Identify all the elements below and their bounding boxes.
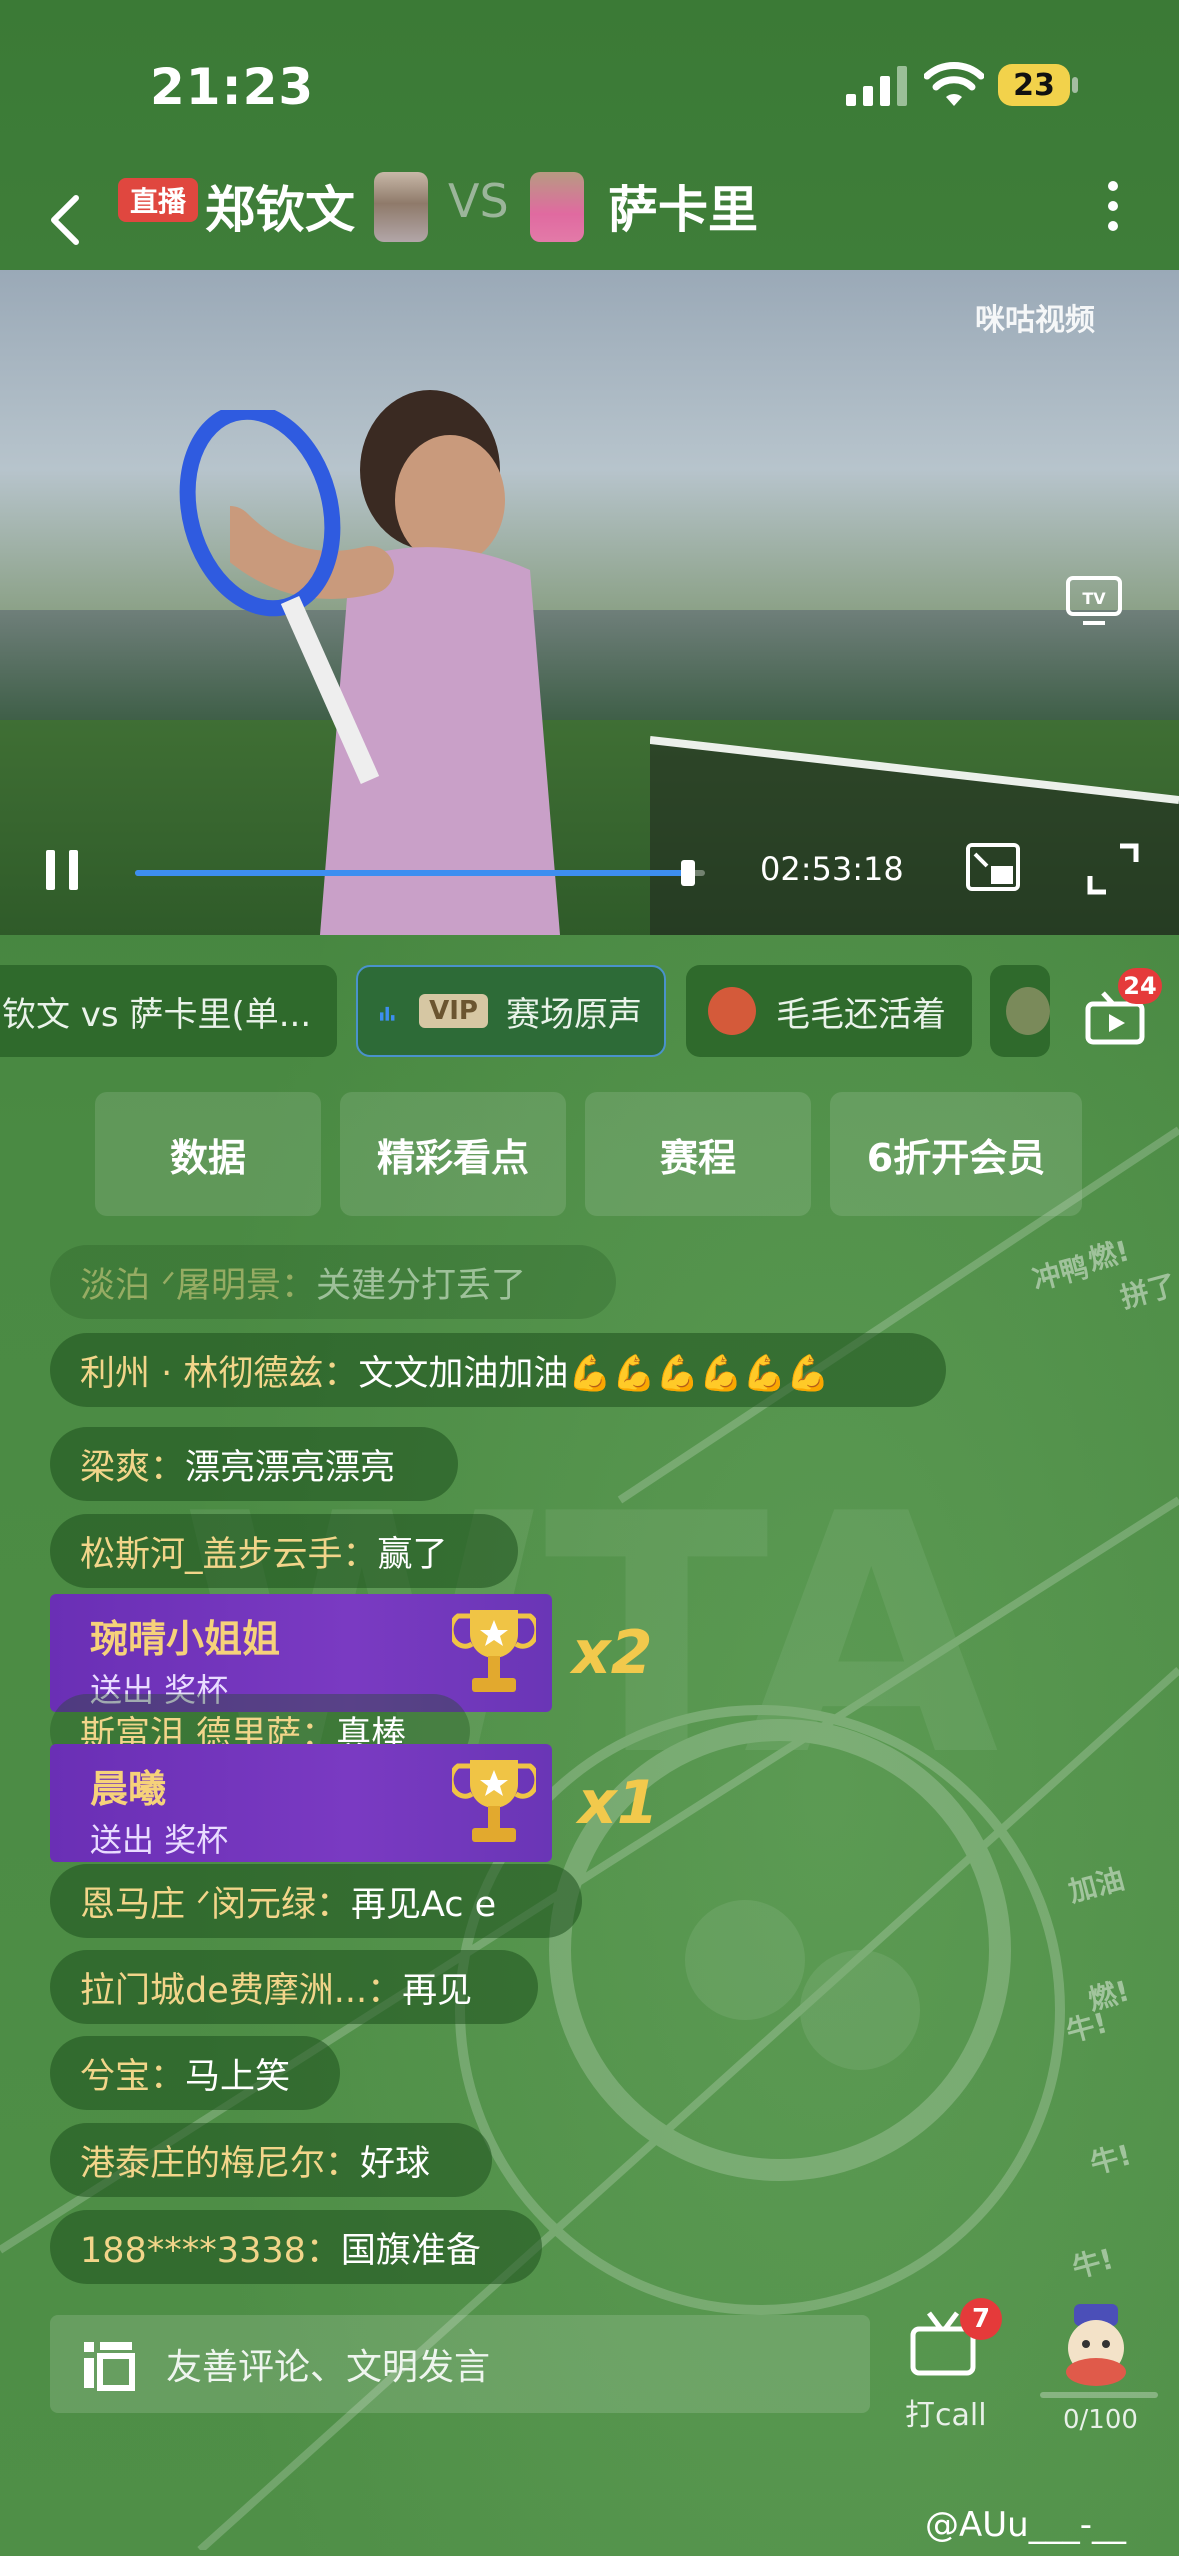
progress-fill bbox=[135, 870, 688, 876]
comment-user: 兮宝： bbox=[80, 2056, 186, 2097]
channel-tab-commentator[interactable]: 毛毛还活着 bbox=[686, 965, 972, 1057]
comment-text: 国旗准备 bbox=[340, 2230, 481, 2271]
comment-user: 松斯河_盖步云手： bbox=[80, 1534, 378, 1575]
schedule-button[interactable]: 赛程 bbox=[585, 1092, 811, 1216]
channel-tab-more[interactable] bbox=[990, 965, 1050, 1057]
comment-item: 港泰庄的梅尼尔： 好球 bbox=[50, 2123, 492, 2197]
channel-tab-label: 赛场原声 bbox=[506, 994, 642, 1035]
comment-item: 恩马庄 ᐟ闵元绿： 再见Ac e bbox=[50, 1864, 582, 1938]
elapsed-time: 02:53:18 bbox=[760, 850, 904, 888]
cast-tv-icon[interactable]: TV bbox=[1065, 575, 1123, 627]
comment-item: 兮宝： 马上笑 bbox=[50, 2036, 340, 2110]
comment-item: 淡泊 ᐟ屠明景： 关建分打丢了 bbox=[50, 1245, 616, 1319]
comment-placeholder: 友善评论、文明发言 bbox=[166, 2347, 491, 2388]
highlights-button[interactable]: 精彩看点 bbox=[340, 1092, 566, 1216]
comment-text: 再见 bbox=[402, 1970, 473, 2011]
video-player[interactable]: 咪咕视频 TV bbox=[0, 270, 1179, 935]
comment-icon bbox=[84, 2342, 135, 2391]
channel-tab-label: 钦文 vs 萨卡里(单... bbox=[2, 994, 312, 1035]
audio-bars-icon bbox=[380, 1006, 395, 1021]
comment-item: 188****3338： 国旗准备 bbox=[50, 2210, 542, 2284]
membership-button[interactable]: 6折开会员 bbox=[830, 1092, 1082, 1216]
comment-text: 漂亮漂亮漂亮 bbox=[185, 1447, 396, 1488]
playlist-badge: 24 bbox=[1118, 968, 1162, 1004]
status-bar: 21:23 23 bbox=[0, 0, 1179, 170]
player1-name: 郑钦文 bbox=[205, 181, 355, 239]
comment-text: 再见Ac e bbox=[350, 1884, 497, 1925]
comment-item: 松斯河_盖步云手： 赢了 bbox=[50, 1514, 518, 1588]
versus-label: VS bbox=[448, 174, 509, 228]
comment-text: 文文加油加油💪💪💪💪💪💪 bbox=[358, 1353, 830, 1394]
comment-user: 188****3338： bbox=[80, 2230, 341, 2271]
gift-notification: 晨曦 送出 奖杯 bbox=[50, 1744, 552, 1862]
comment-user: 港泰庄的梅尼尔： bbox=[80, 2143, 361, 2184]
channel-tab-main[interactable]: 钦文 vs 萨卡里(单... bbox=[0, 965, 337, 1057]
progress-knob[interactable] bbox=[680, 860, 695, 886]
svg-text:TV: TV bbox=[1082, 589, 1106, 608]
comment-user: 恩马庄 ᐟ闵元绿： bbox=[80, 1884, 351, 1925]
comment-text: 马上笑 bbox=[185, 2056, 291, 2097]
video-watermark: 咪咕视频 bbox=[975, 303, 1095, 338]
gift-count: x2 bbox=[572, 1618, 653, 1688]
back-arrow-icon[interactable] bbox=[40, 180, 90, 260]
comment-item: 拉门城de费摩洲...： 再见 bbox=[50, 1950, 538, 2024]
battery-tip bbox=[1072, 77, 1078, 93]
comment-user: 淡泊 ᐟ屠明景： bbox=[80, 1265, 316, 1306]
trophy-icon bbox=[452, 1760, 536, 1842]
player1-avatar bbox=[374, 172, 428, 242]
channel-tab-venue-audio[interactable]: VIP 赛场原声 bbox=[356, 965, 666, 1057]
cheer-mascot-icon[interactable] bbox=[1060, 2300, 1132, 2390]
comment-item: 利州 · 林彻德兹： 文文加油加油💪💪💪💪💪💪 bbox=[50, 1333, 946, 1407]
channel-avatar bbox=[1006, 987, 1050, 1035]
comment-text: 好球 bbox=[360, 2143, 431, 2184]
wifi-icon bbox=[924, 62, 984, 106]
cheer-count: 0/100 bbox=[1063, 2405, 1138, 2435]
pause-icon[interactable] bbox=[40, 848, 84, 892]
call-label[interactable]: 打call bbox=[905, 2390, 987, 2434]
gift-count: x1 bbox=[578, 1768, 659, 1838]
comment-text: 关建分打丢了 bbox=[315, 1265, 526, 1306]
trophy-icon bbox=[452, 1610, 536, 1692]
battery-level: 23 bbox=[998, 64, 1070, 106]
commentator-avatar bbox=[708, 987, 756, 1035]
vip-badge: VIP bbox=[419, 994, 488, 1028]
progress-bar[interactable] bbox=[135, 860, 705, 886]
cellular-signal-icon bbox=[846, 66, 907, 106]
credit-watermark: @AUu___-__ bbox=[925, 2505, 1126, 2545]
comment-user: 利州 · 林彻德兹： bbox=[80, 1353, 359, 1394]
comment-text: 赢了 bbox=[377, 1534, 448, 1575]
comment-input[interactable]: 友善评论、文明发言 bbox=[50, 2315, 870, 2413]
data-button[interactable]: 数据 bbox=[95, 1092, 321, 1216]
picture-in-picture-icon[interactable] bbox=[965, 842, 1021, 892]
comment-user: 梁爽： bbox=[80, 1447, 186, 1488]
video-net bbox=[650, 736, 1179, 935]
comment-item: 梁爽： 漂亮漂亮漂亮 bbox=[50, 1427, 458, 1501]
comment-user: 拉门城de费摩洲...： bbox=[80, 1970, 403, 2011]
live-badge: 直播 bbox=[118, 178, 199, 222]
cheer-progress bbox=[1040, 2392, 1158, 2398]
player2-avatar bbox=[530, 172, 584, 242]
fullscreen-icon[interactable] bbox=[1086, 842, 1140, 896]
player2-name: 萨卡里 bbox=[608, 181, 758, 239]
status-time: 21:23 bbox=[150, 58, 315, 116]
channel-tab-label: 毛毛还活着 bbox=[776, 994, 946, 1035]
call-badge: 7 bbox=[960, 2298, 1002, 2340]
more-options-icon[interactable] bbox=[1098, 176, 1128, 236]
video-racket bbox=[179, 410, 380, 785]
